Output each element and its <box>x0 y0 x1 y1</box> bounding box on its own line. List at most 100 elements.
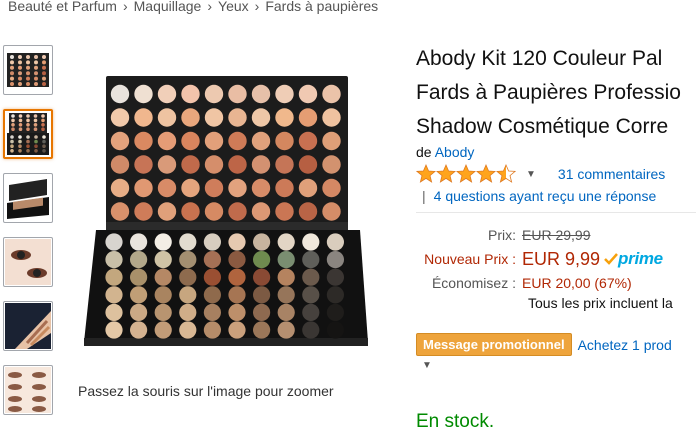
breadcrumb-separator: › <box>254 0 260 14</box>
eyeshadow-pan <box>18 118 23 123</box>
eyeshadow-pan <box>298 202 318 221</box>
eyeshadow-pan <box>251 178 271 198</box>
eyeshadow-pan <box>251 108 271 127</box>
divider <box>416 212 696 213</box>
thumbnail-palette-open[interactable] <box>3 109 53 159</box>
eyeshadow-pan <box>181 108 200 127</box>
eyeshadow-pan <box>157 131 177 151</box>
eyeshadow-pan <box>26 76 30 81</box>
eyeshadow-pan <box>253 233 271 251</box>
eyeshadow-pan <box>26 82 30 86</box>
eyeshadow-pan <box>18 139 22 144</box>
eyeshadow-pan <box>18 76 22 81</box>
eyeshadow-pan <box>18 65 22 70</box>
eyeshadow-pan <box>134 108 153 127</box>
eyeshadow-pan <box>18 149 22 153</box>
eyeshadow-pan <box>34 55 38 59</box>
eyeshadow-pan <box>10 71 14 76</box>
eyeshadow-pan <box>10 82 14 86</box>
eyeshadow-pan <box>110 108 130 127</box>
eyeshadow-pan <box>11 114 15 118</box>
eyeshadow-pan <box>251 202 271 221</box>
eyeshadow-pan <box>275 84 294 104</box>
reviews-link[interactable]: 31 commentaires <box>558 166 665 182</box>
eyeshadow-pan <box>134 178 153 198</box>
eyeshadow-pan <box>275 108 294 127</box>
breadcrumb-item-fards[interactable]: Fards à paupières <box>265 0 378 14</box>
thumbnail-palette-side[interactable] <box>3 173 53 223</box>
eyeshadow-pan <box>275 202 294 221</box>
thumbnail-eye-model[interactable] <box>3 237 53 287</box>
eyeshadow-pan <box>251 155 271 174</box>
breadcrumb-item-yeux[interactable]: Yeux <box>218 0 249 14</box>
eyeshadow-pan <box>10 144 14 148</box>
questions-link[interactable]: 4 questions ayant reçu une réponse <box>434 188 657 204</box>
breadcrumb-separator: › <box>207 0 213 14</box>
thumbnail-eye-tutorial[interactable] <box>3 365 53 415</box>
eyeshadow-pan <box>157 108 177 127</box>
eyeshadow-pan <box>105 268 123 286</box>
thumbnail-strip <box>3 45 53 429</box>
eyeshadow-pan <box>18 60 22 65</box>
eyeshadow-pan <box>42 60 46 65</box>
list-price-row: Prix: EUR 29,99 <box>416 223 696 247</box>
eyeshadow-pan <box>10 60 14 65</box>
new-price-row: Nouveau Prix : EUR 9,99 prime <box>416 247 696 271</box>
eyeshadow-pan <box>26 55 30 59</box>
chevron-down-icon[interactable]: ▼ <box>526 169 536 180</box>
main-product-image[interactable] <box>78 72 368 352</box>
palette-side-thumbnail-image <box>7 179 49 219</box>
eyeshadow-pan <box>41 127 45 131</box>
breadcrumb-item-maquillage[interactable]: Maquillage <box>134 0 202 14</box>
eyeshadow-pan <box>41 114 45 118</box>
palette-open-thumbnail-image <box>7 113 49 155</box>
eyeshadow-pan <box>275 131 294 151</box>
eyeshadow-pan <box>105 251 123 269</box>
eyeshadow-pan <box>181 131 200 151</box>
breadcrumb: Beauté et Parfum › Maquillage › Yeux › Fards à… <box>8 0 378 14</box>
eyeshadow-pan <box>275 155 294 174</box>
eyeshadow-pan <box>134 155 153 174</box>
eyeshadow-pan <box>228 268 246 286</box>
eyeshadow-pan <box>157 155 177 174</box>
eyeshadow-pan <box>228 321 246 339</box>
eyeshadow-pan <box>228 84 247 104</box>
eyeshadow-pan <box>298 155 318 174</box>
eyeshadow-pan <box>277 286 295 304</box>
promo-link[interactable]: Achetez 1 prod <box>578 337 672 353</box>
eyeshadow-pan <box>130 303 148 321</box>
promo-chevron-down-icon[interactable]: ▼ <box>422 360 696 371</box>
list-price-label: Prix: <box>488 227 516 243</box>
eyeshadow-pan <box>34 144 38 148</box>
eyeshadow-pan <box>11 118 15 123</box>
eyeshadow-pan <box>154 286 172 304</box>
product-title-line: Fards à Paupières Professio <box>416 81 681 104</box>
eyeshadow-pan <box>253 268 271 286</box>
eyeshadow-pan <box>130 321 148 339</box>
eyeshadow-pan <box>10 65 14 70</box>
prime-badge[interactable]: prime <box>604 249 663 269</box>
eyeshadow-pan <box>179 268 197 286</box>
eyeshadow-pan <box>277 303 295 321</box>
star-rating[interactable] <box>416 164 516 184</box>
breadcrumb-item-beaute[interactable]: Beauté et Parfum <box>8 0 117 14</box>
eyeshadow-pan <box>277 268 295 286</box>
eyeshadow-pan <box>10 55 14 59</box>
eyeshadow-pan <box>277 321 295 339</box>
thumbnail-palette-top[interactable] <box>3 45 53 95</box>
eyeshadow-pan <box>228 303 246 321</box>
thumbnail-arm-swatches[interactable] <box>3 301 53 351</box>
eyeshadow-pan <box>203 286 221 304</box>
prime-label: prime <box>618 249 663 268</box>
eyeshadow-pan <box>42 144 46 148</box>
product-title-line: Shadow Cosmétique Corre <box>416 115 669 138</box>
eyeshadow-pan <box>322 84 341 104</box>
eyeshadow-pan <box>130 268 148 286</box>
eye-tutorial-thumbnail-image <box>5 367 51 413</box>
brand-link[interactable]: Abody <box>435 144 475 160</box>
eyeshadow-pan <box>34 82 38 86</box>
eyeshadow-pan <box>26 65 30 70</box>
eye-model-thumbnail-image <box>5 239 51 285</box>
eyeshadow-pan <box>105 321 123 339</box>
eyeshadow-pan <box>157 178 177 198</box>
